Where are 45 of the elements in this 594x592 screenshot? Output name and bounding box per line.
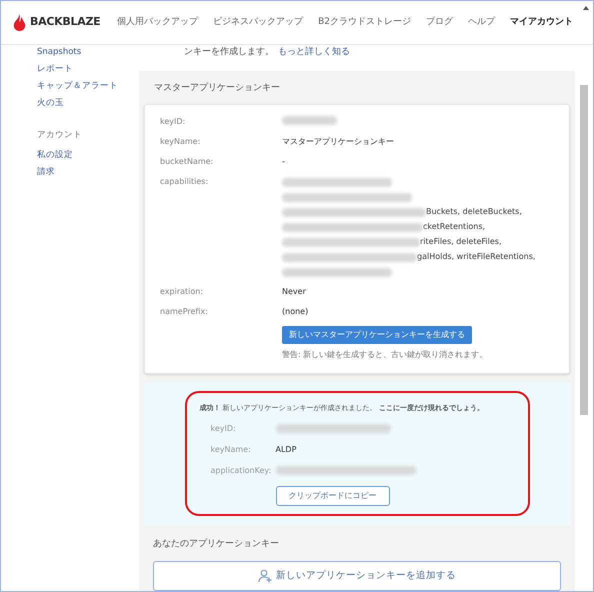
sidebar-link[interactable]: 火の玉 — [37, 97, 139, 109]
field-label: keyName: — [210, 444, 252, 456]
sidebar-link[interactable]: キャップ＆アラート — [37, 80, 139, 92]
add-application-key-button[interactable]: 新しいアプリケーションキーを追加する — [153, 561, 561, 591]
warning-text: 警告: 新しい鍵を生成すると、古い鍵が取り消されます。 — [282, 349, 488, 361]
nav-link[interactable]: ヘルプ — [468, 16, 495, 30]
intro-text: ンキーを作成します。 — [184, 46, 274, 59]
field-label: bucketName: — [160, 156, 214, 168]
field-value: (none) — [282, 306, 308, 318]
field-value: ALDP — [276, 444, 296, 456]
section-title: あなたのアプリケーションキー — [152, 537, 280, 550]
nav-link[interactable]: マイアカウント — [510, 16, 573, 30]
sidebar-link[interactable]: レポート — [37, 63, 139, 75]
field-label: applicationKey: — [210, 464, 272, 476]
sidebar-link[interactable]: 請求 — [37, 166, 139, 178]
copy-to-clipboard-button[interactable]: クリップボードにコピー — [276, 486, 390, 506]
field-value: riteFiles, deleteFiles, — [420, 236, 502, 248]
learn-more-link[interactable]: もっと詳しく知る — [278, 46, 350, 60]
field-value: Buckets, deleteBuckets, — [426, 206, 522, 218]
field-value: Never — [282, 286, 306, 298]
field-label: keyName: — [160, 136, 202, 148]
field-label: namePrefix: — [160, 306, 209, 318]
flame-logo-icon — [13, 14, 26, 31]
sidebar-heading: アカウント — [37, 129, 83, 142]
nav-link[interactable]: 個人用バックアップ — [117, 16, 198, 30]
generate-master-key-button[interactable]: 新しいマスターアプリケーションキーを生成する — [282, 326, 472, 344]
field-label: keyID: — [160, 116, 186, 128]
redacted-text — [282, 116, 337, 125]
add-user-icon — [258, 569, 272, 583]
nav-link[interactable]: B2クラウドストレージ — [318, 16, 411, 30]
field-value: galHolds, writeFileRetentions, — [417, 251, 536, 263]
brand-name: BACKBLAZE — [30, 14, 100, 30]
sidebar-link[interactable]: Snapshots — [37, 46, 139, 58]
section-title: マスターアプリケーションキー — [153, 81, 281, 94]
field-label: expiration: — [160, 286, 204, 298]
nav-link[interactable]: ブログ — [426, 16, 453, 30]
sidebar-link[interactable]: 私の設定 — [37, 148, 139, 161]
field-label: capabilities: — [160, 176, 210, 188]
field-label: keyID: — [210, 422, 237, 434]
scrollbar-thumb[interactable] — [580, 85, 588, 415]
field-value: cketRetentions, — [423, 221, 486, 233]
scrollbar-up-arrow-icon — [583, 6, 589, 10]
nav-link[interactable]: ビジネスバックアップ — [213, 16, 304, 30]
field-value: - — [282, 156, 285, 168]
field-value: マスターアプリケーションキー — [282, 136, 394, 148]
